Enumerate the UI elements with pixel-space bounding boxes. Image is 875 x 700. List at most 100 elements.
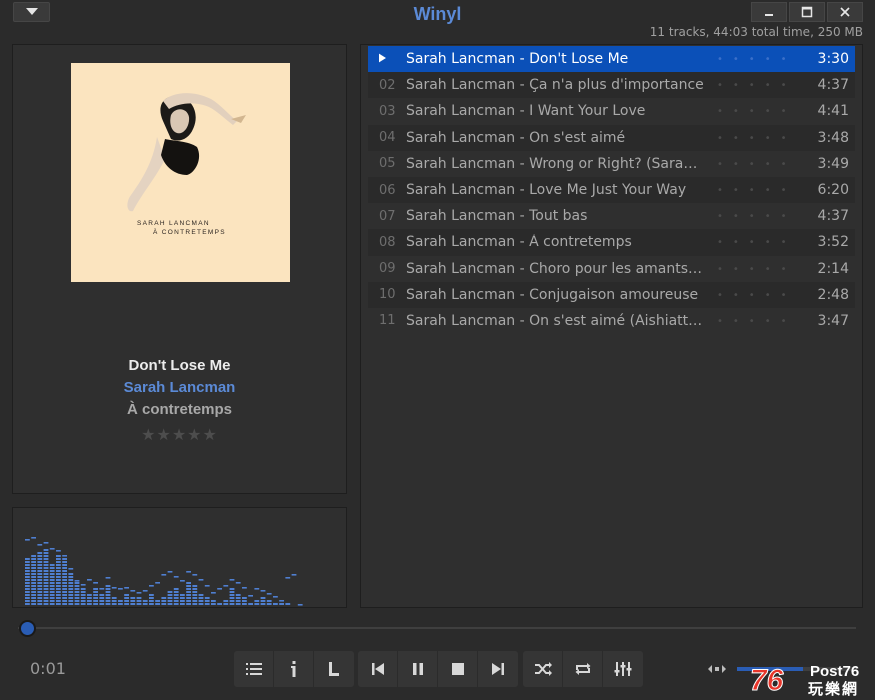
track-row[interactable]: 02 Sarah Lancman - Ça n'a plus d'importan… <box>368 72 855 99</box>
main-menu-button[interactable] <box>13 2 50 22</box>
spectrum-bar-segment <box>56 600 61 602</box>
dropdown-arrow-icon <box>25 8 38 15</box>
spectrum-bar-segment <box>167 603 173 605</box>
spectrum-bar-segment <box>80 597 86 599</box>
spectrum-bar-segment <box>56 564 61 566</box>
spectrum-bar-segment <box>31 576 36 578</box>
spectrum-bar-segment <box>43 579 49 581</box>
rating-stars[interactable]: ★★★★★ <box>13 425 346 444</box>
spectrum-bar-segment <box>43 576 49 578</box>
repeat-button[interactable] <box>563 651 603 687</box>
track-rating-dots[interactable]: ••••• <box>717 80 797 91</box>
lyrics-button[interactable] <box>314 651 354 687</box>
track-row[interactable]: 07 Sarah Lancman - Tout bas ••••• 4:37 <box>368 203 855 229</box>
track-row[interactable]: Sarah Lancman - Don't Lose Me ••••• 3:30 <box>368 46 855 73</box>
track-rating-dots[interactable]: ••••• <box>717 264 797 275</box>
spectrum-bar-segment <box>142 600 148 602</box>
spectrum-bar-segment <box>68 603 74 605</box>
spectrum-bar-segment <box>56 573 61 575</box>
spectrum-bar-segment <box>136 600 142 602</box>
close-button[interactable] <box>827 2 863 22</box>
spectrum-bar-segment <box>56 567 61 569</box>
spectrum-bar-segment <box>242 600 247 602</box>
track-row[interactable]: 08 Sarah Lancman - À contretemps ••••• 3:52 <box>368 229 855 256</box>
spectrum-peak-marker <box>273 596 278 598</box>
spectrum-peak-marker <box>136 592 142 594</box>
track-number: 08 <box>379 234 396 250</box>
now-playing-album[interactable]: À contretemps <box>13 401 346 418</box>
previous-button[interactable] <box>358 651 398 687</box>
spectrum-bar-segment <box>167 600 173 602</box>
minimize-button[interactable] <box>751 2 787 22</box>
spectrum-peak-marker <box>68 568 74 570</box>
track-row[interactable]: 04 Sarah Lancman - On s'est aimé ••••• 3:48 <box>368 124 855 151</box>
spectrum-bar-segment <box>25 588 30 590</box>
spectrum-bar-segment <box>31 588 36 590</box>
spectrum-bar-segment <box>93 600 98 602</box>
spectrum-bar-segment <box>192 585 198 587</box>
equalizer-button[interactable] <box>603 651 643 687</box>
spectrum-bar-segment <box>49 567 55 569</box>
spectrum-bar-segment <box>285 603 291 605</box>
spectrum-bar-segment <box>186 597 191 599</box>
track-rating-dots[interactable]: ••••• <box>717 316 797 327</box>
spectrum-bar-segment <box>62 585 67 587</box>
track-title: Sarah Lancman - Tout bas <box>406 208 588 225</box>
seek-bar[interactable] <box>18 627 856 629</box>
spectrum-peak-marker <box>74 580 80 582</box>
track-row[interactable]: 05 Sarah Lancman - Wrong or Right? (Sarah… <box>368 151 855 177</box>
spectrum-bar-segment <box>118 600 123 602</box>
volume-icon[interactable] <box>708 662 726 676</box>
spectrum-bar-segment <box>180 597 185 599</box>
spectrum-bar-segment <box>43 585 49 587</box>
track-row[interactable]: 06 Sarah Lancman - Love Me Just Your Way •… <box>368 176 855 204</box>
post76-watermark-logo: 76 Post76 玩樂網 <box>750 663 860 698</box>
spectrum-bar-segment <box>31 603 36 605</box>
track-rating-dots[interactable]: ••••• <box>717 211 797 222</box>
spectrum-bar-segment <box>25 603 30 605</box>
spectrum-bar-segment <box>87 597 92 599</box>
track-rating-dots[interactable]: ••••• <box>717 133 797 144</box>
pause-button[interactable] <box>398 651 438 687</box>
maximize-button[interactable] <box>789 2 825 22</box>
spectrum-bar-segment <box>235 594 241 596</box>
track-row[interactable]: 03 Sarah Lancman - I Want Your Love ••••• 4… <box>368 98 855 124</box>
track-rating-dots[interactable]: ••••• <box>717 159 797 170</box>
track-rating-dots[interactable]: ••••• <box>717 237 797 248</box>
info-button[interactable] <box>274 651 314 687</box>
spectrum-bar-segment <box>62 567 67 569</box>
spectrum-bar-segment <box>87 603 92 605</box>
track-title: Sarah Lancman - À contretemps <box>406 234 632 251</box>
track-rating-dots[interactable]: ••••• <box>717 106 797 117</box>
spectrum-bar-segment <box>31 585 36 587</box>
stop-button[interactable] <box>438 651 478 687</box>
now-playing-artist[interactable]: Sarah Lancman <box>13 379 346 396</box>
spectrum-bar-segment <box>173 591 179 593</box>
spectrum-bar-segment <box>68 597 74 599</box>
spectrum-peak-marker <box>43 542 49 544</box>
seek-handle[interactable] <box>19 620 36 637</box>
now-playing-indicator-icon <box>368 52 406 67</box>
shuffle-button[interactable] <box>523 651 563 687</box>
spectrum-bar-segment <box>217 603 222 605</box>
spectrum-bar-segment <box>149 597 154 599</box>
spectrum-peak-marker <box>80 584 86 586</box>
spectrum-bar-segment <box>43 600 49 602</box>
spectrum-bar-segment <box>229 594 235 596</box>
track-row[interactable]: 11 Sarah Lancman - On s'est aimé (Aishiat… <box>368 308 855 334</box>
track-row[interactable]: 10 Sarah Lancman - Conjugaison amoureuse •… <box>368 281 855 308</box>
track-rating-dots[interactable]: ••••• <box>717 54 797 65</box>
spectrum-bar-segment <box>192 591 198 593</box>
track-row[interactable]: 09 Sarah Lancman - Choro pour les amants … <box>368 256 855 282</box>
spectrum-bar-segment <box>74 603 80 605</box>
track-rating-dots[interactable]: ••••• <box>717 185 797 196</box>
spectrum-peak-marker <box>87 579 92 581</box>
spectrum-bar-segment <box>266 600 272 602</box>
next-button[interactable] <box>478 651 518 687</box>
close-icon <box>840 7 850 17</box>
spectrum-bar-segment <box>130 597 136 599</box>
spectrum-bar-segment <box>68 573 74 575</box>
track-rating-dots[interactable]: ••••• <box>717 290 797 301</box>
playlist-button[interactable] <box>234 651 274 687</box>
spectrum-bar-segment <box>37 582 43 584</box>
